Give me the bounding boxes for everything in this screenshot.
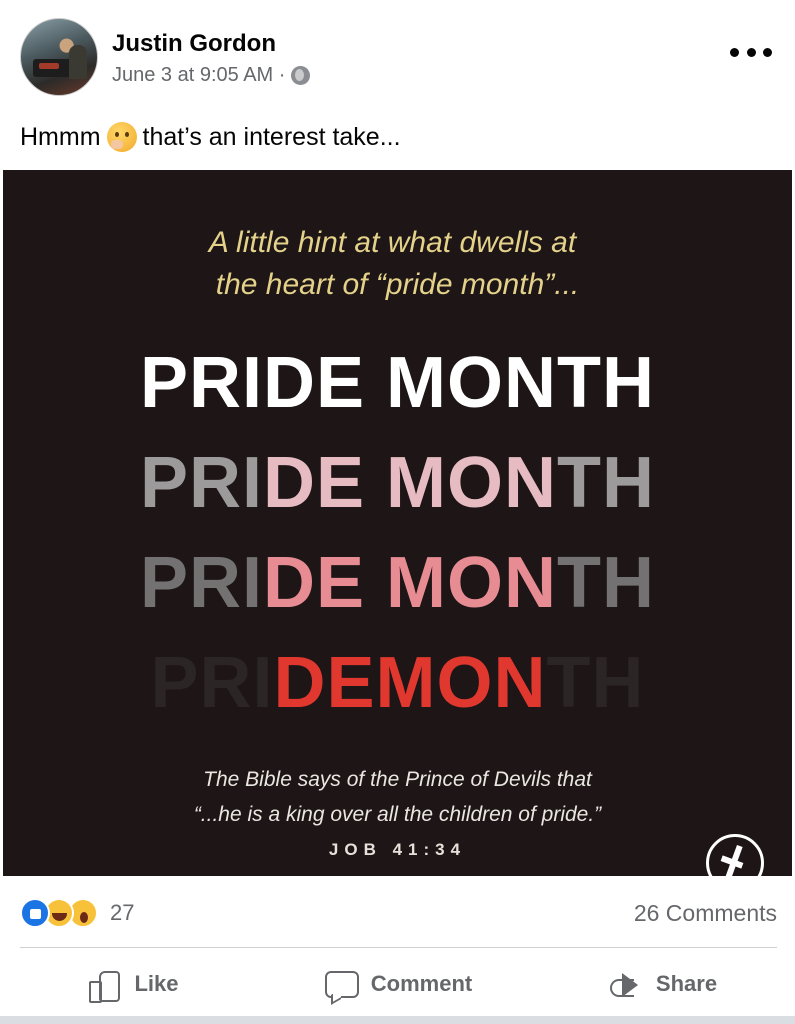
image-row3: PRIDE MONTH [3, 542, 792, 624]
comment-bubble-icon [323, 967, 359, 1001]
more-dot-icon [763, 47, 772, 57]
image-reference: JOB 41:34 [328, 840, 467, 859]
like-button[interactable]: Like [0, 955, 265, 1013]
row2-part-d: TH [557, 443, 656, 523]
comment-button[interactable]: Comment [265, 955, 530, 1013]
row2-part-a: PRI [139, 443, 264, 523]
image-bible-line1: The Bible says of the Prince of Devils t… [203, 768, 592, 791]
row4-part-a: PRI [150, 643, 274, 723]
row2-part-c: MON [386, 443, 558, 523]
row3-part-b: DE [263, 543, 366, 623]
image-row4: PRIDEMONTH [3, 642, 792, 724]
image-row2: PRIDE MONTH [3, 442, 792, 524]
share-button[interactable]: Share [530, 955, 795, 1013]
avatar-grill-graphic [33, 59, 73, 77]
more-dot-icon [746, 47, 756, 57]
globe-icon [291, 66, 311, 85]
post-timestamp[interactable]: June 3 at 9:05 AM · [112, 64, 285, 87]
row4-part-b: DEMON [273, 643, 547, 723]
row4-part-c: TH [546, 643, 645, 723]
post-header: Justin Gordon June 3 at 9:05 AM · [0, 0, 795, 110]
author-name[interactable]: Justin Gordon [112, 30, 276, 58]
share-arrow-icon [608, 967, 642, 1001]
comments-count-link[interactable]: 26 Comments [634, 900, 777, 927]
avatar-person-graphic [69, 45, 87, 79]
reaction-count: 27 [110, 900, 135, 925]
feed-separator [0, 1016, 795, 1024]
row3-part-d: TH [557, 543, 656, 623]
thumbs-up-icon [86, 967, 121, 1003]
more-dot-icon [730, 47, 739, 57]
post-caption: Hmmm that’s an interest take... [20, 122, 401, 152]
comment-label: Comment [370, 971, 473, 996]
share-label: Share [655, 971, 718, 996]
row3-part-a: PRI [139, 543, 263, 623]
author-avatar[interactable] [20, 18, 98, 96]
caption-text-start: Hmmm [20, 122, 101, 151]
image-hint-line1: A little hint at what dwells at [208, 226, 577, 259]
post-image[interactable]: A little hint at what dwells at the hear… [3, 170, 792, 876]
thinking-face-emoji-icon [106, 122, 137, 152]
caption-text-end: that’s an interest take... [142, 122, 401, 151]
post-actions-bar: Like Comment Share [0, 955, 795, 1013]
reaction-summary[interactable]: 27 [20, 898, 134, 928]
row3-part-c: MON [386, 543, 558, 623]
image-row1: PRIDE MONTH [140, 343, 655, 423]
more-options-button[interactable] [730, 40, 772, 64]
row2-part-b: DE [263, 443, 387, 523]
like-label: Like [134, 971, 179, 996]
image-bible-line2: “...he is a king over all the children o… [193, 803, 602, 826]
post-meta: June 3 at 9:05 AM · [112, 64, 311, 87]
action-divider [20, 947, 777, 948]
image-hint-line2: the heart of “pride month”... [215, 268, 580, 301]
like-reaction-icon [20, 898, 50, 928]
